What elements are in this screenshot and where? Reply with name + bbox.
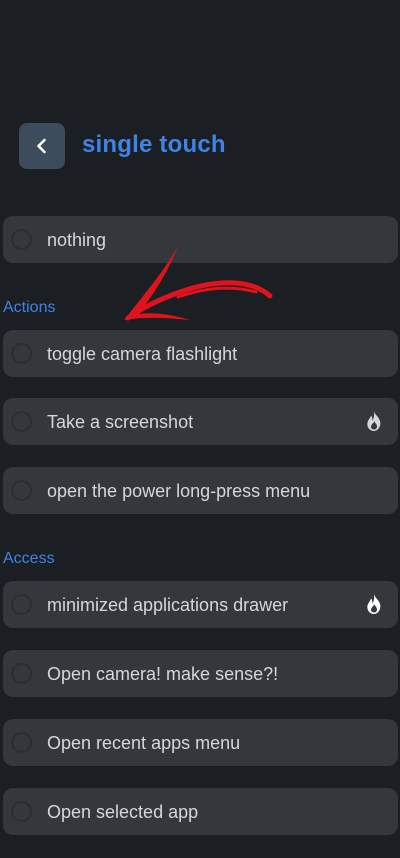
option-label: Open camera! make sense?! bbox=[47, 664, 279, 684]
radio-button[interactable] bbox=[11, 594, 32, 615]
radio-button[interactable] bbox=[11, 663, 32, 684]
section-title-access: Access bbox=[3, 550, 55, 567]
option-open-selected-app[interactable]: Open selected app bbox=[3, 788, 398, 835]
option-open-recent-apps[interactable]: Open recent apps menu bbox=[3, 719, 398, 766]
header: single touch bbox=[0, 122, 400, 170]
option-open-camera[interactable]: Open camera! make sense?! bbox=[3, 650, 398, 697]
arrow-head bbox=[124, 246, 190, 320]
option-label: toggle camera flashlight bbox=[47, 344, 238, 364]
radio-button[interactable] bbox=[11, 480, 32, 501]
arrow-stroke bbox=[125, 280, 273, 321]
option-label: minimized applications drawer bbox=[47, 595, 289, 615]
radio-button[interactable] bbox=[11, 732, 32, 753]
option-minimized-apps-drawer[interactable]: minimized applications drawer bbox=[3, 581, 398, 628]
chevron-left-icon bbox=[37, 138, 46, 154]
option-label: Open recent apps menu bbox=[47, 733, 241, 753]
radio-button[interactable] bbox=[11, 229, 32, 250]
back-button[interactable] bbox=[19, 123, 65, 169]
radio-button[interactable] bbox=[11, 801, 32, 822]
radio-button[interactable] bbox=[11, 343, 32, 364]
option-toggle-camera-flashlight[interactable]: toggle camera flashlight bbox=[3, 330, 398, 377]
option-label: Open selected app bbox=[47, 802, 199, 822]
option-label: open the power long-press menu bbox=[47, 481, 311, 501]
option-power-long-press-menu[interactable]: open the power long-press menu bbox=[3, 467, 398, 514]
fire-icon bbox=[367, 594, 381, 614]
option-label: nothing bbox=[47, 230, 107, 250]
fire-icon bbox=[367, 411, 381, 431]
page-title: single touch bbox=[82, 131, 226, 158]
option-label: Take a screenshot bbox=[47, 412, 194, 432]
red-arrow-annotation bbox=[124, 246, 273, 321]
radio-button[interactable] bbox=[11, 411, 32, 432]
section-title-actions: Actions bbox=[3, 299, 56, 316]
option-take-screenshot[interactable]: Take a screenshot bbox=[3, 398, 398, 445]
